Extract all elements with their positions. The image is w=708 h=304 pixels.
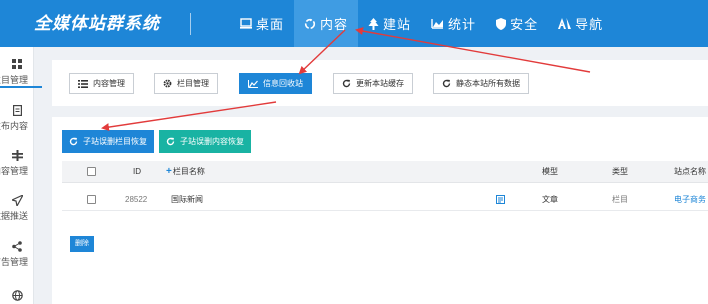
top-header: 全媒体站群系统 桌面 内容 建站 统计 安全 导航 bbox=[0, 0, 708, 47]
plus-icon bbox=[0, 150, 34, 164]
button-label: 内容管理 bbox=[93, 79, 125, 88]
sidebar-item-label: 数据推送 bbox=[0, 211, 29, 221]
sidebar-item-content-management[interactable]: 内容管理 bbox=[0, 150, 34, 177]
tree-icon bbox=[368, 17, 379, 30]
button-label: 静态本站所有数据 bbox=[456, 79, 520, 88]
restore-contents-button[interactable]: 子站误删内容恢复 bbox=[159, 130, 251, 153]
recycle-bin-button[interactable]: 信息回收站 bbox=[239, 73, 312, 94]
refresh-icon bbox=[442, 79, 451, 88]
row-checkbox[interactable] bbox=[87, 195, 96, 204]
desktop-icon bbox=[240, 18, 252, 29]
header-model: 模型 bbox=[542, 167, 558, 176]
row-id: 28522 bbox=[125, 195, 148, 204]
sidebar: 栏目管理 发布内容 内容管理 数据推送 广告管理 bbox=[0, 47, 42, 304]
nav-item-content[interactable]: 内容 bbox=[294, 0, 359, 47]
toolbar-panel: 内容管理 栏目管理 信息回收站 更新本站缓存 静态本站所有数据 bbox=[52, 60, 708, 106]
header-column-name-label: 栏目名称 bbox=[172, 167, 205, 176]
gear-icon bbox=[163, 79, 172, 88]
nav-item-statistics[interactable]: 统计 bbox=[421, 0, 486, 47]
sidebar-item-label: 发布内容 bbox=[0, 121, 29, 131]
refresh-icon bbox=[69, 137, 78, 146]
list-icon bbox=[78, 79, 88, 88]
shield-icon bbox=[496, 17, 507, 30]
sidebar-item-label: 广告管理 bbox=[0, 257, 29, 267]
sidebar-item-data-push[interactable]: 数据推送 bbox=[0, 193, 34, 222]
button-label: 栏目管理 bbox=[177, 79, 209, 88]
button-label: 子站误删内容恢复 bbox=[180, 137, 244, 146]
nav-label: 内容 bbox=[320, 17, 349, 32]
app-logo: 全媒体站群系统 bbox=[34, 14, 160, 33]
sidebar-item-publish-content[interactable]: 发布内容 bbox=[0, 105, 34, 132]
globe-icon bbox=[0, 290, 34, 304]
refresh-icon bbox=[166, 137, 175, 146]
sidebar-item-more[interactable] bbox=[0, 290, 34, 304]
header-type: 类型 bbox=[612, 167, 628, 176]
header-column-name[interactable]: +栏目名称 bbox=[166, 161, 205, 183]
nav-label: 导航 bbox=[575, 17, 604, 32]
header-divider bbox=[190, 13, 191, 35]
nav-label: 安全 bbox=[510, 17, 539, 32]
static-all-data-button[interactable]: 静态本站所有数据 bbox=[433, 73, 529, 94]
nav-item-desktop[interactable]: 桌面 bbox=[230, 0, 294, 47]
button-label: 更新本站缓存 bbox=[356, 79, 404, 88]
row-type: 栏目 bbox=[612, 195, 628, 204]
nav-label: 建站 bbox=[383, 17, 412, 32]
table-row: 28522 国际新闻 文章 栏目 电子商务 bbox=[62, 189, 708, 211]
document-icon bbox=[0, 105, 34, 119]
sidebar-item-ad-management[interactable]: 广告管理 bbox=[0, 241, 34, 268]
send-icon bbox=[0, 193, 34, 209]
area-chart-icon bbox=[248, 79, 258, 88]
expand-icon: + bbox=[166, 166, 172, 177]
table-header: ID +栏目名称 模型 类型 站点名称 bbox=[62, 161, 708, 183]
sidebar-item-column-management[interactable]: 栏目管理 bbox=[0, 59, 42, 88]
nav-item-navigation[interactable]: 导航 bbox=[548, 0, 613, 47]
nav-label: 统计 bbox=[448, 17, 477, 32]
update-cache-button[interactable]: 更新本站缓存 bbox=[333, 73, 413, 94]
header-id: ID bbox=[133, 167, 141, 176]
button-label: 子站误删栏目恢复 bbox=[83, 137, 147, 146]
nav-item-build-site[interactable]: 建站 bbox=[358, 0, 421, 47]
nav-label: 桌面 bbox=[256, 17, 285, 32]
restore-columns-button[interactable]: 子站误删栏目恢复 bbox=[62, 130, 154, 153]
header-site-name: 站点名称 bbox=[674, 167, 706, 176]
delete-button[interactable]: 删除 bbox=[70, 236, 94, 252]
row-site-name[interactable]: 电子商务 bbox=[674, 189, 706, 211]
recycle-icon bbox=[304, 18, 316, 30]
content-management-button[interactable]: 内容管理 bbox=[69, 73, 134, 94]
navigate-icon bbox=[558, 18, 572, 29]
recycle-panel: 子站误删栏目恢复 子站误删内容恢复 ID +栏目名称 模型 类型 站点名称 28… bbox=[52, 117, 708, 304]
sidebar-item-label: 栏目管理 bbox=[0, 73, 42, 88]
column-management-button[interactable]: 栏目管理 bbox=[154, 73, 218, 94]
select-all-checkbox[interactable] bbox=[87, 167, 96, 176]
button-label: 信息回收站 bbox=[263, 79, 303, 88]
row-model: 文章 bbox=[542, 195, 558, 204]
refresh-icon bbox=[342, 79, 351, 88]
sidebar-item-label: 内容管理 bbox=[0, 166, 29, 176]
grid-icon bbox=[0, 59, 34, 73]
share-icon bbox=[0, 241, 34, 255]
view-icon[interactable] bbox=[496, 195, 505, 205]
nav-item-security[interactable]: 安全 bbox=[486, 0, 548, 47]
main-nav: 桌面 内容 建站 统计 安全 导航 bbox=[230, 0, 613, 47]
chart-icon bbox=[431, 18, 444, 29]
row-column-name: 国际新闻 bbox=[171, 195, 203, 204]
